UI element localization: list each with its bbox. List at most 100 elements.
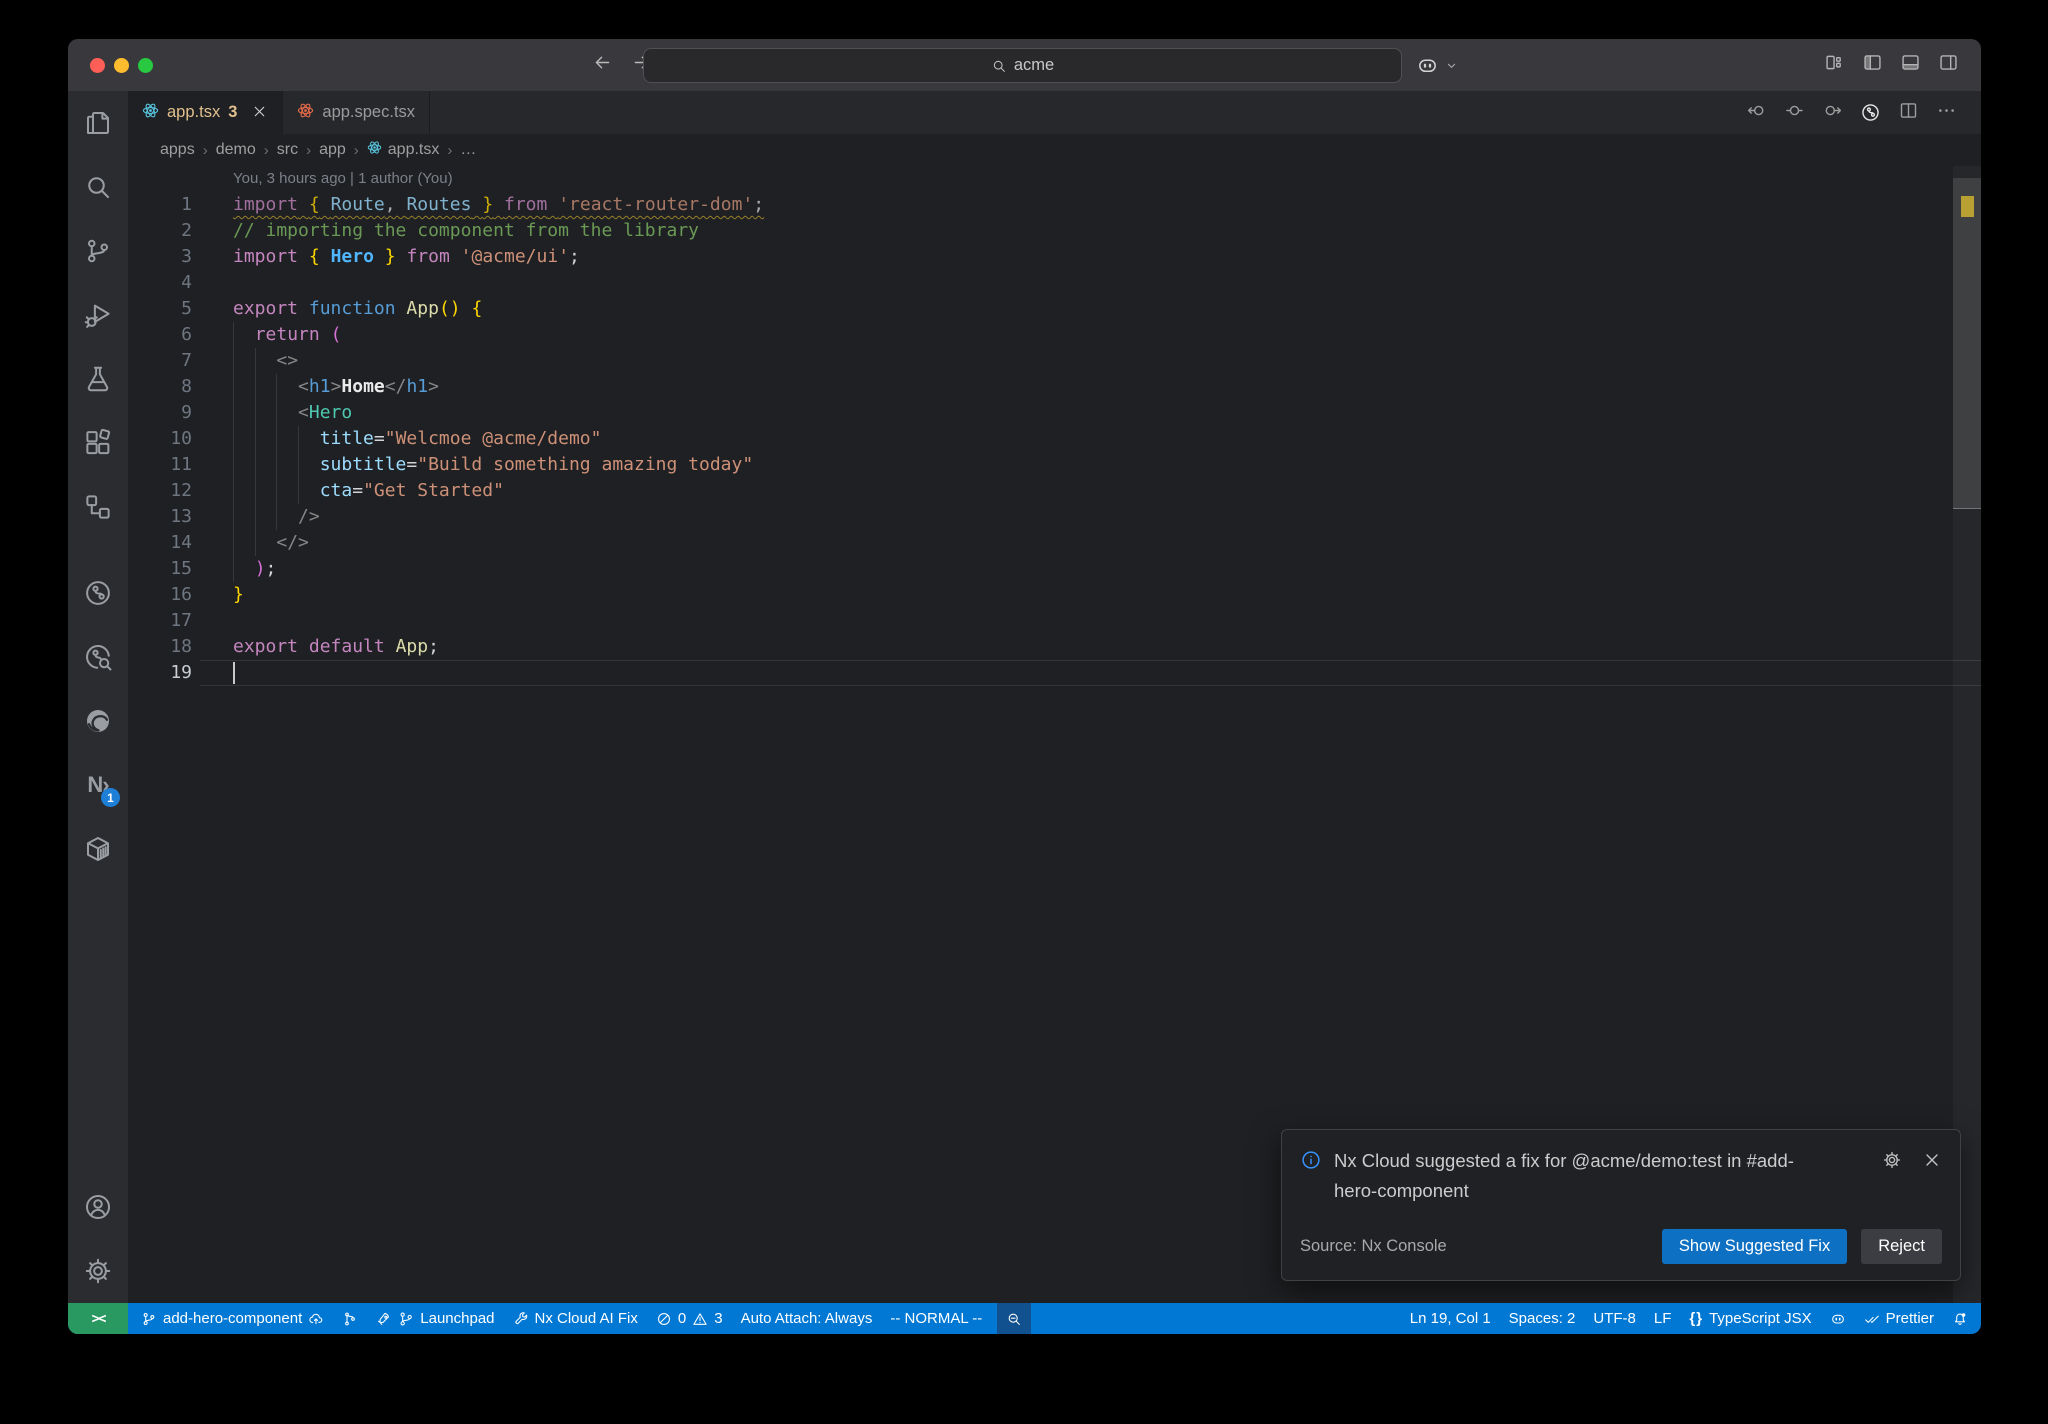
activity-item-accounts[interactable] xyxy=(68,1175,128,1239)
indent-guide xyxy=(233,374,234,400)
notification-settings-button[interactable] xyxy=(1882,1150,1902,1175)
code-line-17: 17 xyxy=(128,608,1981,634)
code-editor[interactable]: You, 3 hours ago | 1 author (You) 1 impor… xyxy=(128,166,1981,1303)
notification-toast: Nx Cloud suggested a fix for @acme/demo:… xyxy=(1281,1128,1961,1281)
code-line-6: 6 return ( xyxy=(128,322,1981,348)
reject-button[interactable]: Reject xyxy=(1861,1229,1942,1264)
remote-indicator[interactable]: >< xyxy=(68,1303,128,1334)
breadcrumb-item-apps[interactable]: apps xyxy=(160,141,195,159)
go-next-change-button[interactable] xyxy=(1822,100,1843,126)
layout-sidebar-left-button[interactable] xyxy=(1862,52,1883,78)
run-circle-icon xyxy=(1860,102,1881,123)
package-icon xyxy=(83,834,113,864)
react-icon xyxy=(297,102,314,119)
activity-item-edge-devtools[interactable] xyxy=(68,689,128,753)
close-tab-button[interactable] xyxy=(251,103,268,123)
minimize-window-button[interactable] xyxy=(114,57,129,73)
activity-item-extensions[interactable] xyxy=(68,411,128,475)
zoom-window-button[interactable] xyxy=(138,57,153,73)
line-number: 6 xyxy=(181,324,192,345)
status-auto-attach[interactable]: Auto Attach: Always xyxy=(732,1303,882,1334)
arrow-left-icon xyxy=(592,52,613,73)
split-editor-button[interactable] xyxy=(1898,100,1919,126)
status-notifications-bell[interactable] xyxy=(1943,1303,1977,1334)
status-zoom-indicator[interactable] xyxy=(997,1303,1032,1334)
code-line-12: 12 cta="Get Started" xyxy=(128,478,1981,504)
go-back-change-button[interactable] xyxy=(1746,100,1767,126)
activity-item-explorer[interactable] xyxy=(68,91,128,155)
breadcrumb-item-src[interactable]: src xyxy=(277,141,298,159)
status-problems[interactable]: 03 xyxy=(647,1303,732,1334)
line-number: 7 xyxy=(181,350,192,371)
layout-panel-icon xyxy=(1900,52,1921,73)
double-check-icon xyxy=(1864,1311,1880,1327)
layout-sidebar-right-button[interactable] xyxy=(1938,52,1959,78)
scrollbar-thumb[interactable] xyxy=(1953,178,1981,509)
gear-icon xyxy=(83,1256,113,1286)
breadcrumb-item-…[interactable]: … xyxy=(460,141,476,159)
activity-item-testing[interactable] xyxy=(68,347,128,411)
activity-item-gitlens-inspect[interactable] xyxy=(68,625,128,689)
activity-item-nx-console[interactable]: N› 1 xyxy=(68,753,128,817)
tab-app.tsx[interactable]: app.tsx 3 xyxy=(128,91,284,134)
activity-item-hierarchy[interactable] xyxy=(68,475,128,539)
title-bar: acme xyxy=(68,39,1981,91)
arrow-left-button[interactable] xyxy=(592,52,613,78)
breadcrumb-item-app[interactable]: app xyxy=(319,141,346,159)
status-branch[interactable]: add-hero-component xyxy=(132,1303,333,1334)
status-commit-graph[interactable] xyxy=(333,1303,367,1334)
code-line-2: 2// importing the component from the lib… xyxy=(128,218,1981,244)
indent-guide xyxy=(276,478,278,504)
code-line-8: 8 <h1>Home</h1> xyxy=(128,374,1981,400)
activity-item-package-explorer[interactable] xyxy=(68,817,128,881)
close-icon xyxy=(1922,1150,1942,1170)
code-line-18: 18 export default App; xyxy=(128,634,1981,660)
status-eol[interactable]: LF xyxy=(1645,1303,1681,1334)
status-launchpad[interactable]: Launchpad xyxy=(367,1303,503,1334)
line-number: 17 xyxy=(170,610,192,631)
status-vim-mode[interactable]: -- NORMAL -- xyxy=(881,1303,991,1334)
status-language-mode[interactable]: {} TypeScript JSX xyxy=(1680,1303,1820,1334)
show-suggested-fix-button[interactable]: Show Suggested Fix xyxy=(1661,1229,1848,1264)
breadcrumb-separator: › xyxy=(202,141,208,159)
account-icon xyxy=(83,1192,113,1222)
activity-item-search[interactable] xyxy=(68,155,128,219)
status-formatter[interactable]: Prettier xyxy=(1855,1303,1943,1334)
files-icon xyxy=(83,108,113,138)
line-number: 19 xyxy=(170,662,192,683)
status-nx-cloud-ai-fix[interactable]: Nx Cloud AI Fix xyxy=(504,1303,647,1334)
command-center[interactable]: acme xyxy=(643,48,1402,83)
tab-app.spec.tsx[interactable]: app.spec.tsx xyxy=(283,91,431,134)
current-change-button[interactable] xyxy=(1784,100,1805,126)
status-encoding[interactable]: UTF-8 xyxy=(1584,1303,1645,1334)
line-number: 13 xyxy=(170,506,192,527)
status-indentation[interactable]: Spaces: 2 xyxy=(1500,1303,1585,1334)
breadcrumb-item-app.tsx[interactable]: app.tsx xyxy=(367,140,439,160)
code-line-16: 16} xyxy=(128,582,1981,608)
status-cursor-position[interactable]: Ln 19, Col 1 xyxy=(1401,1303,1500,1334)
activity-item-source-control[interactable] xyxy=(68,219,128,283)
close-window-button[interactable] xyxy=(90,57,105,73)
indent-guide xyxy=(233,452,234,478)
more-actions-button[interactable] xyxy=(1936,100,1957,126)
layout-customize-button[interactable] xyxy=(1824,52,1845,78)
notification-close-button[interactable] xyxy=(1922,1150,1942,1175)
run-or-debug-button[interactable] xyxy=(1860,102,1881,123)
chevron-down-icon xyxy=(1444,58,1459,73)
circle-line-icon xyxy=(1784,100,1805,121)
line-number: 15 xyxy=(170,558,192,579)
activity-item-settings[interactable] xyxy=(68,1239,128,1303)
breadcrumb-separator: › xyxy=(306,141,312,159)
layout-panel-button[interactable] xyxy=(1900,52,1921,78)
breadcrumb-item-demo[interactable]: demo xyxy=(216,141,256,159)
window-controls xyxy=(90,57,153,73)
notification-message: Nx Cloud suggested a fix for @acme/demo:… xyxy=(1334,1149,1794,1202)
activity-item-run-and-debug[interactable] xyxy=(68,283,128,347)
line-number: 18 xyxy=(170,636,192,657)
git-blame-annotation: You, 3 hours ago | 1 author (You) xyxy=(233,170,453,187)
code-line-3: 3 import { Hero } from '@acme/ui'; xyxy=(128,244,1981,270)
status-copilot-status[interactable] xyxy=(1821,1303,1855,1334)
copilot-menu[interactable] xyxy=(1416,54,1459,77)
indent-guide xyxy=(276,426,278,452)
activity-item-gitlens[interactable] xyxy=(68,561,128,625)
